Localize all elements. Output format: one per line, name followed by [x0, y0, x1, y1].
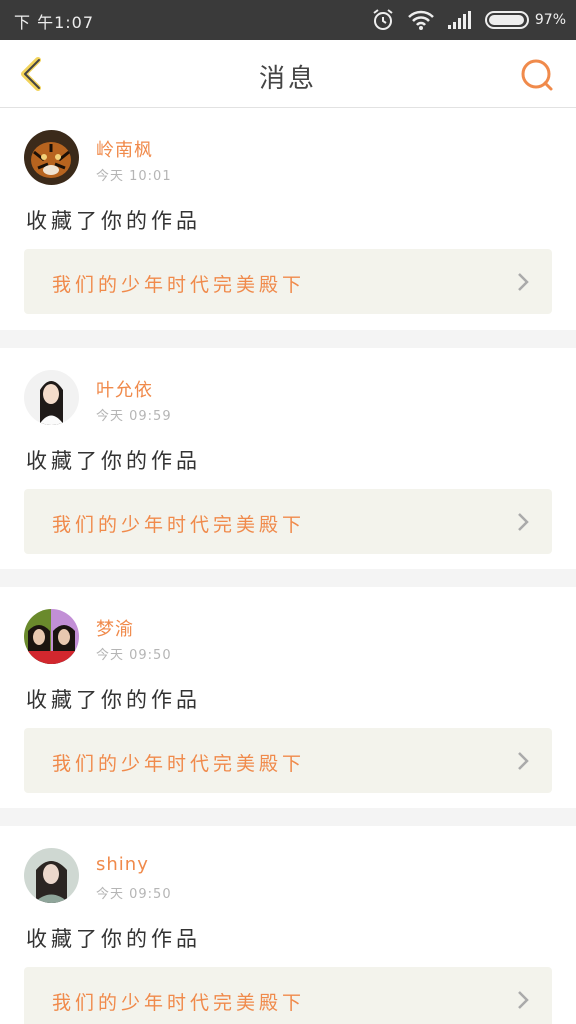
chevron-right-icon [518, 752, 529, 770]
message-time: 今天 09:50 [96, 887, 172, 902]
message-list: 岭南枫 今天 10:01 收藏了你的作品 我们的少年时代完美殿下 叶允依 今天 … [0, 108, 576, 1024]
message-action: 收藏了你的作品 [26, 927, 201, 951]
sender-name[interactable]: 岭南枫 [96, 136, 153, 162]
message-item: 叶允依 今天 09:59 收藏了你的作品 我们的少年时代完美殿下 [0, 348, 576, 569]
work-title: 我们的少年时代完美殿下 [52, 753, 306, 775]
sender-name[interactable]: shiny [96, 854, 149, 875]
search-icon [521, 59, 553, 91]
chevron-right-icon [518, 991, 529, 1009]
sender-name[interactable]: 梦渝 [96, 615, 134, 641]
message-time: 今天 09:59 [96, 409, 172, 424]
app-header: 消息 [0, 40, 576, 108]
search-button[interactable] [518, 56, 556, 94]
work-link[interactable]: 我们的少年时代完美殿下 [24, 489, 552, 554]
work-link[interactable]: 我们的少年时代完美殿下 [24, 249, 552, 314]
status-time: 下 午1:07 [14, 13, 95, 32]
work-title: 我们的少年时代完美殿下 [52, 992, 306, 1014]
message-action: 收藏了你的作品 [26, 688, 201, 712]
message-item: 梦渝 今天 09:50 收藏了你的作品 我们的少年时代完美殿下 [0, 587, 576, 808]
alarm-icon [373, 9, 393, 30]
work-link[interactable]: 我们的少年时代完美殿下 [24, 728, 552, 793]
message-item: 岭南枫 今天 10:01 收藏了你的作品 我们的少年时代完美殿下 [0, 108, 576, 330]
message-item: shiny 今天 09:50 收藏了你的作品 我们的少年时代完美殿下 [0, 826, 576, 1024]
battery-icon [484, 11, 529, 29]
message-action: 收藏了你的作品 [26, 449, 201, 473]
avatar[interactable] [24, 130, 79, 185]
message-time: 今天 10:01 [96, 169, 172, 184]
message-action: 收藏了你的作品 [26, 209, 201, 233]
work-title: 我们的少年时代完美殿下 [52, 514, 306, 536]
chevron-right-icon [518, 513, 529, 531]
avatar[interactable] [24, 370, 79, 425]
sender-name[interactable]: 叶允依 [96, 376, 153, 402]
avatar[interactable] [24, 609, 79, 664]
message-time: 今天 09:50 [96, 648, 172, 663]
avatar[interactable] [24, 848, 79, 903]
wifi-icon [407, 10, 434, 30]
work-title: 我们的少年时代完美殿下 [52, 274, 306, 296]
signal-icon [447, 11, 471, 29]
page-title: 消息 [258, 64, 317, 94]
work-link[interactable]: 我们的少年时代完美殿下 [24, 967, 552, 1024]
battery-percent: 97% [534, 12, 566, 28]
status-icons: 97% [371, 8, 566, 32]
chevron-right-icon [518, 273, 529, 291]
status-bar: 下 午1:07 97% [0, 0, 576, 40]
